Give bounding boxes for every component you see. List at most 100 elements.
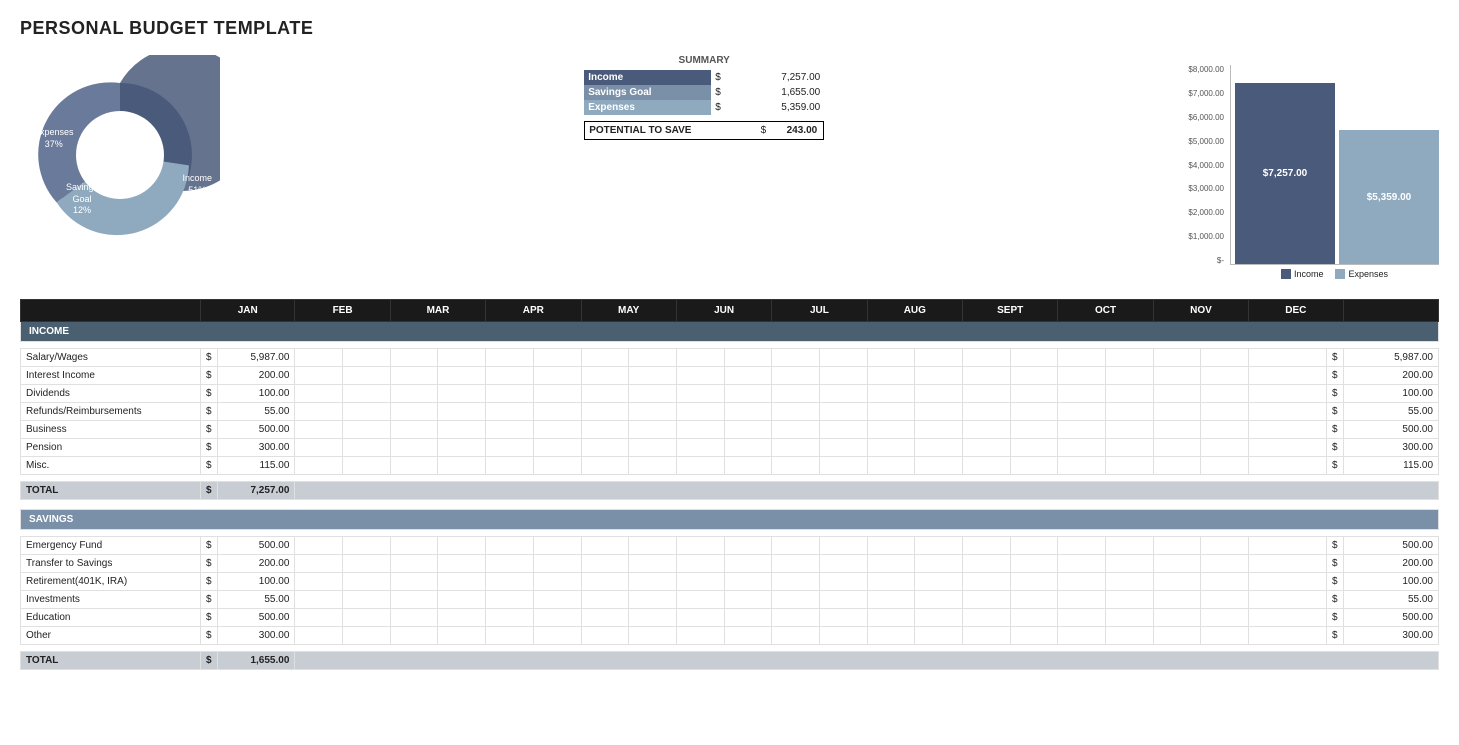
sept-header: SEPT: [963, 300, 1058, 322]
pension-row: Pension $ 300.00 $ 300.00: [21, 439, 1439, 457]
emergency-fund-label: Emergency Fund: [21, 537, 201, 555]
income-donut-label: Income: [182, 173, 212, 185]
salary-may: [581, 349, 629, 367]
interest-income-row: Interest Income $ 200.00 $ 200.00: [21, 367, 1439, 385]
transfer-savings-label: Transfer to Savings: [21, 555, 201, 573]
savings-section-header: SAVINGS: [21, 510, 1439, 530]
salary-feb: [295, 349, 343, 367]
expenses-bar-label: $5,359.00: [1367, 192, 1412, 203]
summary-expenses-row: Expenses $ 5,359.00: [584, 100, 824, 115]
summary-savings-row: Savings Goal $ 1,655.00: [584, 85, 824, 100]
retirement-label: Retirement(401K, IRA): [21, 573, 201, 591]
feb-header: FEB: [295, 300, 390, 322]
education-label: Education: [21, 609, 201, 627]
summary-expenses-label: Expenses: [584, 100, 711, 115]
summary-expenses-value: 5,359.00: [739, 100, 824, 115]
legend-income-box: [1281, 269, 1291, 279]
total-header: [1343, 300, 1438, 322]
month-header-row: JAN FEB MAR APR MAY JUN JUL AUG SEPT OCT…: [21, 300, 1439, 322]
investments-label: Investments: [21, 591, 201, 609]
potential-dollar: $: [759, 122, 769, 139]
salary-jul: [772, 349, 820, 367]
income-donut-pct: 51%: [182, 185, 212, 197]
summary-expenses-dollar: $: [711, 100, 739, 115]
salary-nov: [1153, 349, 1201, 367]
spacer-3: [21, 500, 1439, 510]
salary-apr: [486, 349, 534, 367]
salary-dec: [1249, 349, 1327, 367]
spacer-1: [21, 342, 1439, 349]
refunds-row: Refunds/Reimbursements $ 55.00 $ 55.00: [21, 403, 1439, 421]
donut-chart: Expenses 37% Income 51% SavingsGoal 12%: [20, 55, 220, 255]
income-section-header: INCOME: [21, 322, 1439, 342]
page-container: PERSONAL BUDGET TEMPLATE: [0, 0, 1459, 745]
apr-header: APR: [486, 300, 581, 322]
summary-container: SUMMARY Income $ 7,257.00 Savings Goal $…: [584, 55, 824, 140]
education-row: Education $ 500.00 $ 500.00: [21, 609, 1439, 627]
spacer-4: [21, 530, 1439, 537]
budget-grid: JAN FEB MAR APR MAY JUN JUL AUG SEPT OCT…: [20, 299, 1439, 670]
expenses-bar: $5,359.00: [1339, 130, 1439, 264]
summary-income-row: Income $ 7,257.00: [584, 70, 824, 85]
charts-area: Expenses 37% Income 51% SavingsGoal 12% …: [20, 55, 1439, 279]
potential-to-save-row: POTENTIAL TO SAVE $ 243.00: [584, 121, 824, 140]
summary-income-dollar: $: [711, 70, 739, 85]
salary-aug: [867, 349, 915, 367]
summary-income-label: Income: [584, 70, 711, 85]
salary-dollar: $: [201, 349, 218, 367]
business-row: Business $ 500.00 $ 500.00: [21, 421, 1439, 439]
salary-label: Salary/Wages: [21, 349, 201, 367]
potential-value: 243.00: [768, 122, 823, 139]
summary-savings-dollar: $: [711, 85, 739, 100]
legend-expenses: Expenses: [1335, 269, 1388, 279]
salary-jan: 5,987.00: [217, 349, 295, 367]
jan-header: JAN: [201, 300, 295, 322]
jun-header: JUN: [676, 300, 771, 322]
spacer-2: [21, 475, 1439, 482]
bar-legend: Income Expenses: [1230, 269, 1439, 279]
investments-row: Investments $ 55.00 $ 55.00: [21, 591, 1439, 609]
pension-label: Pension: [21, 439, 201, 457]
expenses-label: Expenses: [34, 127, 74, 139]
salary-oct: [1058, 349, 1106, 367]
salary-jun: [676, 349, 724, 367]
other-row: Other $ 300.00 $ 300.00: [21, 627, 1439, 645]
savings-total-label: TOTAL: [21, 652, 201, 670]
salary-row: Salary/Wages $ 5,987.00 $ 5,987.00: [21, 349, 1439, 367]
transfer-savings-row: Transfer to Savings $ 200.00 $ 200.00: [21, 555, 1439, 573]
savings-section-label: SAVINGS: [21, 510, 1439, 530]
income-section-label: INCOME: [21, 322, 1439, 342]
nov-header: NOV: [1153, 300, 1248, 322]
dividends-row: Dividends $ 100.00 $ 100.00: [21, 385, 1439, 403]
empty-header: [21, 300, 201, 322]
bar-chart-section: $8,000.00 $7,000.00 $6,000.00 $5,000.00 …: [1188, 65, 1439, 279]
summary-savings-value: 1,655.00: [739, 85, 824, 100]
savings-donut-pct: 12%: [66, 205, 98, 217]
legend-expenses-label: Expenses: [1348, 269, 1388, 279]
salary-sept: [963, 349, 1011, 367]
interest-income-label: Interest Income: [21, 367, 201, 385]
income-bar-label: $7,257.00: [1263, 168, 1308, 179]
summary-income-value: 7,257.00: [739, 70, 824, 85]
savings-total-row: TOTAL $ 1,655.00: [21, 652, 1439, 670]
summary-table: Income $ 7,257.00 Savings Goal $ 1,655.0…: [584, 70, 824, 115]
refunds-label: Refunds/Reimbursements: [21, 403, 201, 421]
dividends-label: Dividends: [21, 385, 201, 403]
misc-label: Misc.: [21, 457, 201, 475]
salary-total: 5,987.00: [1343, 349, 1438, 367]
salary-total-dollar: $: [1326, 349, 1343, 367]
expenses-pct: 37%: [34, 139, 74, 151]
savings-donut-label: SavingsGoal: [66, 182, 98, 205]
oct-header: OCT: [1058, 300, 1153, 322]
legend-income-label: Income: [1294, 269, 1324, 279]
salary-mar: [390, 349, 438, 367]
page-title: PERSONAL BUDGET TEMPLATE: [20, 18, 1439, 39]
potential-label: POTENTIAL TO SAVE: [585, 122, 758, 139]
income-total-label: TOTAL: [21, 482, 201, 500]
budget-table: JAN FEB MAR APR MAY JUN JUL AUG SEPT OCT…: [20, 299, 1439, 670]
bar-group: $7,257.00 $5,359.00: [1230, 65, 1439, 265]
legend-expenses-box: [1335, 269, 1345, 279]
y-axis: $8,000.00 $7,000.00 $6,000.00 $5,000.00 …: [1188, 65, 1224, 265]
mar-header: MAR: [390, 300, 485, 322]
bar-chart: $7,257.00 $5,359.00 Income Expense: [1230, 65, 1439, 279]
